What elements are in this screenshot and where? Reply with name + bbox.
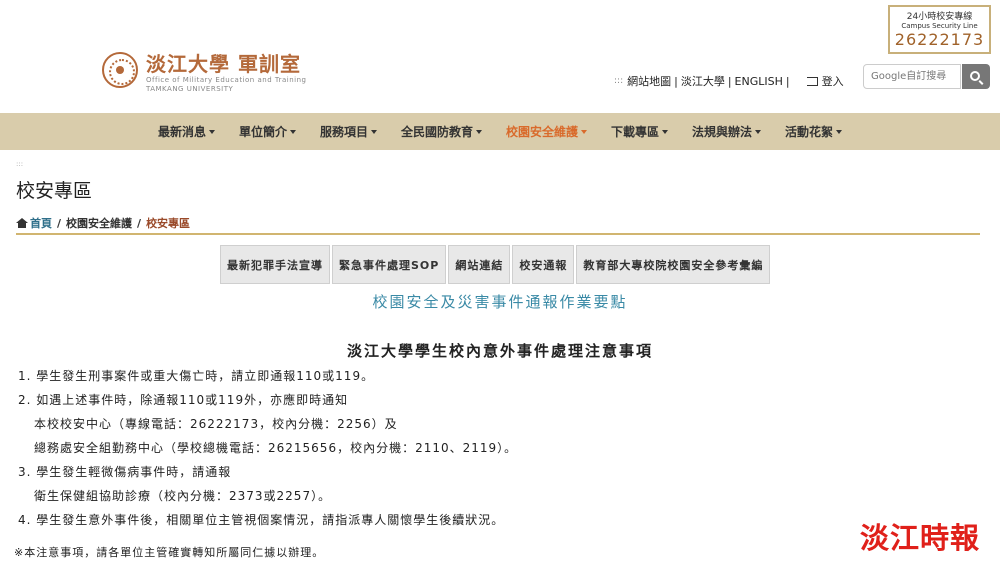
tab-crime-awareness[interactable]: 最新犯罪手法宣導 (220, 245, 330, 284)
nav-item-campus-safety[interactable]: 校園安全維護 (506, 123, 588, 140)
link-separator: | (785, 74, 790, 88)
campus-security-hotline: 24小時校安專線 Campus Security Line 26222173 (888, 5, 991, 54)
login-link[interactable]: 登入 (806, 73, 844, 89)
tab-moe-reference[interactable]: 教育部大專校院校園安全參考彙編 (576, 245, 771, 284)
notice-line: 本校校安中心（專線電話：26222173，校內分機：2256）及 (34, 417, 398, 431)
search-icon (970, 70, 980, 81)
hotline-label-cn: 24小時校安專線 (906, 12, 973, 22)
nav-item-defense-education[interactable]: 全民國防教育 (401, 123, 482, 140)
link-separator: | (674, 74, 678, 88)
nav-label: 服務項目 (319, 125, 368, 139)
home-icon (16, 218, 28, 228)
nav-label: 校園安全維護 (506, 125, 579, 139)
search-input[interactable]: Google自訂搜尋 (863, 64, 961, 89)
tamkang-times-watermark: 淡江時報 (860, 521, 981, 555)
hotline-label-en: Campus Security Line (901, 22, 978, 30)
tab-safety-report[interactable]: 校安通報 (512, 245, 575, 284)
nav-item-services[interactable]: 服務項目 (320, 123, 377, 140)
caret-down-icon (662, 129, 669, 134)
nav-label: 單位簡介 (238, 125, 287, 139)
english-link[interactable]: ENGLISH (735, 75, 783, 88)
nav-item-gallery[interactable]: 活動花絮 (785, 123, 843, 140)
logo-university-en: TAMKANG UNIVERSITY (146, 85, 234, 93)
breadcrumb-separator: / (57, 216, 62, 230)
notice-line: 2. 如遇上述事件時，除通報110或119外，亦應即時通知 (18, 393, 349, 407)
nav-label: 全民國防教育 (400, 125, 473, 139)
site-logo[interactable]: 淡江大學 軍訓室 Office of Military Education an… (102, 52, 306, 94)
page-title: 校安專區 (16, 180, 93, 202)
section-tabs: 最新犯罪手法宣導 緊急事件處理SOP 網站連結 校安通報 教育部大專校院校園安全… (220, 245, 772, 284)
sign-in-icon (806, 76, 818, 86)
hotline-number: 26222173 (894, 30, 985, 49)
nav-label: 最新消息 (157, 125, 206, 139)
tku-link[interactable]: 淡江大學 (681, 73, 725, 89)
caret-down-icon (476, 129, 482, 134)
notice-line: 1. 學生發生刑事案件或重大傷亡時，請立即通報110或119。 (18, 369, 375, 383)
caret-down-icon (289, 129, 296, 134)
nav-label: 下載專區 (611, 125, 660, 139)
caret-down-icon (581, 129, 588, 134)
notice-line: 總務處安全組勤務中心（學校總機電話：26215656，校內分機：2110、211… (34, 441, 518, 455)
nav-item-about[interactable]: 單位簡介 (239, 123, 296, 140)
content-accesskey-dots[interactable]: ::: (16, 160, 23, 168)
reporting-guidelines-link[interactable]: 校園安全及災害事件通報作業要點 (0, 291, 1000, 312)
search-button[interactable] (962, 64, 990, 89)
breadcrumb-current[interactable]: 校安專區 (146, 215, 190, 231)
breadcrumb-separator: / (137, 216, 142, 230)
tab-emergency-sop[interactable]: 緊急事件處理SOP (332, 245, 447, 284)
title-divider (16, 233, 980, 235)
top-links: ::: 網站地圖 | 淡江大學 | ENGLISH | 登入 (614, 73, 844, 89)
link-separator: | (727, 74, 732, 88)
caret-down-icon (208, 129, 215, 134)
nav-label: 法規與辦法 (692, 125, 753, 139)
nav-label: 活動花絮 (785, 125, 834, 139)
nav-item-news[interactable]: 最新消息 (158, 123, 215, 140)
university-seal-icon (102, 52, 138, 88)
main-nav: 最新消息 單位簡介 服務項目 全民國防教育 校園安全維護 下載專區 法規與辦法 … (0, 113, 1000, 150)
caret-down-icon (755, 129, 762, 134)
notice-line: 衛生保健組協助診療（校內分機：2373或2257）。 (34, 489, 332, 503)
caret-down-icon (370, 129, 377, 134)
notice-line: 3. 學生發生輕微傷病事件時，請通報 (18, 465, 232, 479)
notice-line: 4. 學生發生意外事件後，相關單位主管視個案情況，請指派專人關懷學生後續狀況。 (18, 513, 505, 527)
notice-list: 1. 學生發生刑事案件或重大傷亡時，請立即通報110或119。 2. 如遇上述事… (18, 367, 718, 535)
login-label: 登入 (821, 75, 844, 88)
logo-subtitle-en: Office of Military Education and Trainin… (146, 76, 307, 84)
caret-down-icon (836, 129, 843, 134)
page: 淡江大學 軍訓室 Office of Military Education an… (0, 0, 1000, 565)
breadcrumb-home[interactable]: 首頁 (30, 215, 52, 231)
footer-note: ※本注意事項，請各單位主管確實轉知所屬同仁據以辦理。 (14, 546, 325, 559)
notice-title: 淡江大學學生校內意外事件處理注意事項 (346, 342, 653, 360)
logo-title: 淡江大學 軍訓室 (146, 52, 301, 76)
tab-web-links[interactable]: 網站連結 (448, 245, 511, 284)
nav-item-downloads[interactable]: 下載專區 (611, 123, 669, 140)
accesskey-dots[interactable]: ::: (614, 76, 623, 86)
nav-item-regulations[interactable]: 法規與辦法 (692, 123, 762, 140)
sitemap-link[interactable]: 網站地圖 (627, 73, 671, 89)
breadcrumb-parent[interactable]: 校園安全維護 (66, 215, 132, 231)
logo-text: 淡江大學 軍訓室 Office of Military Education an… (146, 52, 306, 94)
breadcrumb: 首頁 / 校園安全維護 / 校安專區 (16, 215, 190, 231)
